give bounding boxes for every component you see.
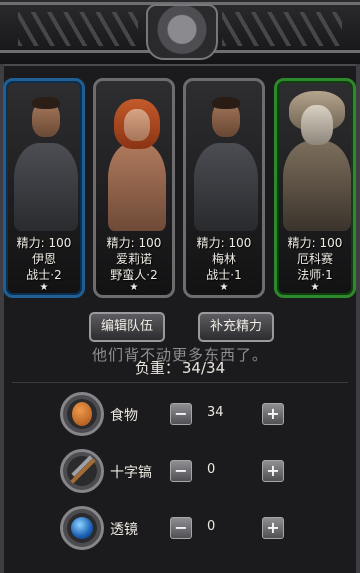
supply-quantity: 0 (207, 462, 216, 477)
header-ornament-right (222, 12, 342, 46)
supply-name: 透镜 (110, 522, 138, 538)
hero-class-level: 法师·1 (297, 268, 333, 282)
supply-name: 食物 (110, 408, 138, 424)
hero-name: 梅林 (211, 252, 236, 266)
weight-value: 34/34 (181, 359, 226, 377)
increase-lens-button[interactable]: + (262, 517, 284, 539)
pickaxe-icon (60, 449, 104, 493)
supply-row-pickaxe: 十字镐 − 0 + (0, 449, 360, 501)
increase-pickaxe-button[interactable]: + (262, 460, 284, 482)
hero-card-2[interactable]: 精力: 100 爱莉诺 野蛮人·2 ★ (93, 78, 175, 298)
restore-energy-button[interactable]: 补充精力 (198, 312, 274, 342)
food-icon (60, 392, 104, 436)
divider (12, 382, 348, 383)
party-portraits: 精力: 100 伊恩 战士·2 ★ 精力: 100 爱莉诺 野蛮人·2 ★ 精力… (0, 78, 360, 300)
lens-icon (60, 506, 104, 550)
header-ornament-left (18, 12, 138, 46)
weight-display: 负重： 34/34 (0, 357, 360, 378)
hero-name: 厄科赛 (296, 252, 333, 266)
increase-food-button[interactable]: + (262, 403, 284, 425)
shaman-portrait (277, 81, 353, 231)
hero-class-level: 战士·1 (206, 268, 242, 282)
decrease-pickaxe-button[interactable]: − (170, 460, 192, 482)
hero-name: 伊恩 (31, 252, 56, 266)
ornate-header (0, 0, 360, 66)
star-icon: ★ (219, 282, 229, 293)
star-icon: ★ (39, 282, 49, 293)
hero-energy: 精力: 100 (106, 236, 162, 250)
hero-energy: 精力: 100 (287, 236, 343, 250)
weight-label: 负重： (134, 359, 180, 377)
hero-card-4[interactable]: 精力: 100 厄科赛 法师·1 ★ (274, 78, 356, 298)
supply-name: 十字镐 (110, 465, 152, 481)
supply-quantity: 34 (207, 405, 224, 420)
supply-row-lens: 透镜 − 0 + (0, 506, 360, 558)
supply-row-food: 食物 − 34 + (0, 392, 360, 444)
barbarian-portrait (96, 81, 172, 231)
decrease-lens-button[interactable]: − (170, 517, 192, 539)
star-icon: ★ (129, 282, 139, 293)
hero-name: 爱莉诺 (115, 252, 152, 266)
edit-team-button[interactable]: 编辑队伍 (89, 312, 165, 342)
hero-card-1[interactable]: 精力: 100 伊恩 战士·2 ★ (3, 78, 85, 298)
supply-quantity: 0 (207, 519, 216, 534)
hero-class-level: 野蛮人·2 (110, 268, 158, 282)
warrior-portrait (6, 81, 82, 231)
skull-emblem-icon (146, 4, 218, 60)
warrior-portrait (186, 81, 262, 231)
hero-class-level: 战士·2 (26, 268, 62, 282)
hero-energy: 精力: 100 (196, 236, 252, 250)
hero-card-3[interactable]: 精力: 100 梅林 战士·1 ★ (183, 78, 265, 298)
hero-energy: 精力: 100 (16, 236, 72, 250)
star-icon: ★ (310, 282, 320, 293)
decrease-food-button[interactable]: − (170, 403, 192, 425)
